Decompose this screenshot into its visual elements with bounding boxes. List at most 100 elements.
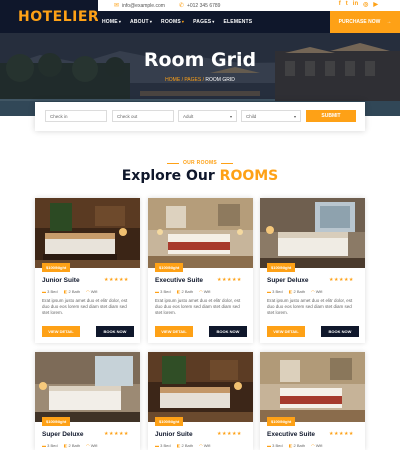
bath-icon: ◧ bbox=[176, 289, 181, 294]
wifi-feature: ◠ Wifi bbox=[86, 289, 97, 294]
star-rating: ★★★★★ bbox=[329, 431, 354, 437]
phone-contact[interactable]: ✆ +012 345 6789 bbox=[179, 2, 221, 10]
bath-feature: ◧ 2 Bath bbox=[64, 289, 80, 294]
bed-count: 3 Bed bbox=[160, 289, 171, 294]
price-badge: $100/Night bbox=[267, 417, 296, 426]
room-name[interactable]: Junior Suite bbox=[42, 277, 80, 284]
submit-button[interactable]: SUBMIT bbox=[306, 110, 356, 122]
nav-label: ROOMS bbox=[161, 19, 181, 25]
bath-icon: ◧ bbox=[288, 289, 293, 294]
bath-feature: ◧ 2 Bath bbox=[64, 443, 80, 448]
room-name[interactable]: Super Deluxe bbox=[267, 277, 309, 284]
bath-count: 2 Bath bbox=[181, 289, 194, 294]
main-navbar: HOME▾ ABOUT▾ ROOMS▾ PAGES▾ ELEMENTS PURC… bbox=[98, 11, 400, 33]
wifi-label: Wifi bbox=[315, 289, 323, 294]
bed-icon: ▬ bbox=[155, 443, 159, 448]
bed-count: 3 Bed bbox=[272, 443, 283, 448]
price-badge: $100/Night bbox=[42, 263, 71, 272]
section-eyebrow: OUR ROOMS bbox=[0, 160, 400, 166]
divider bbox=[166, 162, 179, 164]
bath-count: 2 Bath bbox=[68, 289, 81, 294]
chevron-down-icon: ▾ bbox=[118, 19, 122, 24]
breadcrumb-home[interactable]: HOME bbox=[165, 77, 180, 83]
email-contact[interactable]: ✉ info@example.com bbox=[114, 2, 165, 10]
wifi-feature: ◠ Wifi bbox=[86, 443, 97, 448]
wifi-label: Wifi bbox=[90, 443, 98, 448]
view-detail-button[interactable]: VIEW DETAIL bbox=[155, 326, 193, 337]
checkout-input[interactable]: Check out bbox=[112, 110, 174, 122]
book-now-button[interactable]: BOOK NOW bbox=[209, 326, 247, 337]
breadcrumb-current: ROOM GRID bbox=[205, 77, 235, 83]
bath-feature: ◧ 2 Bath bbox=[177, 443, 193, 448]
nav-item-pages[interactable]: PAGES▾ bbox=[193, 19, 214, 25]
bath-count: 2 Bath bbox=[181, 443, 194, 448]
room-description: Erat ipsum justo amet duo et elitr dolor… bbox=[42, 298, 128, 315]
wifi-feature: ◠ Wifi bbox=[199, 289, 210, 294]
booking-form: Check in Check out Adult ▾ Child ▾ SUBMI… bbox=[35, 102, 365, 131]
divider bbox=[221, 162, 234, 164]
book-now-button[interactable]: BOOK NOW bbox=[96, 326, 134, 337]
bed-feature: ▬ 3 Bed bbox=[155, 443, 171, 448]
twitter-icon[interactable]: t bbox=[346, 1, 348, 8]
breadcrumb-pages[interactable]: PAGES bbox=[184, 77, 201, 83]
room-features: ▬ 3 Bed ◧ 2 Bath ◠ Wifi bbox=[155, 289, 210, 294]
room-features: ▬ 3 Bed ◧ 2 Bath ◠ Wifi bbox=[155, 443, 210, 448]
nav-menu: HOME▾ ABOUT▾ ROOMS▾ PAGES▾ ELEMENTS bbox=[102, 19, 252, 25]
star-rating: ★★★★★ bbox=[104, 431, 129, 437]
room-image[interactable] bbox=[35, 198, 140, 268]
purchase-now-button[interactable]: PURCHASE NOW → bbox=[330, 11, 400, 33]
envelope-icon: ✉ bbox=[114, 3, 120, 9]
facebook-icon[interactable]: f bbox=[339, 1, 341, 8]
room-image[interactable] bbox=[260, 198, 365, 268]
room-name[interactable]: Executive Suite bbox=[267, 431, 315, 438]
room-image[interactable] bbox=[148, 198, 253, 268]
price-badge: $100/Night bbox=[42, 417, 71, 426]
bed-feature: ▬ 3 Bed bbox=[155, 289, 171, 294]
bath-icon: ◧ bbox=[176, 443, 181, 448]
room-name[interactable]: Super Deluxe bbox=[42, 431, 84, 438]
bed-count: 3 Bed bbox=[272, 289, 283, 294]
section-title: Explore Our ROOMS bbox=[0, 168, 400, 184]
bath-icon: ◧ bbox=[63, 289, 68, 294]
child-select[interactable]: Child ▾ bbox=[241, 110, 301, 122]
nav-item-rooms[interactable]: ROOMS▾ bbox=[161, 19, 184, 25]
nav-label: PAGES bbox=[193, 19, 212, 25]
brand-logo[interactable]: HOTELIER bbox=[0, 0, 100, 33]
book-now-button[interactable]: BOOK NOW bbox=[321, 326, 359, 337]
bed-icon: ▬ bbox=[155, 289, 159, 294]
room-image[interactable] bbox=[35, 352, 140, 422]
room-name[interactable]: Junior Suite bbox=[155, 431, 193, 438]
linkedin-icon[interactable]: in bbox=[353, 1, 358, 8]
wifi-label: Wifi bbox=[203, 443, 211, 448]
chevron-down-icon: ▾ bbox=[293, 114, 296, 119]
price-badge: $100/Night bbox=[267, 263, 296, 272]
bed-count: 3 Bed bbox=[160, 443, 171, 448]
section-title-highlight: ROOMS bbox=[219, 168, 279, 184]
brand-name: HOTELIER bbox=[18, 8, 100, 25]
bed-feature: ▬ 3 Bed bbox=[42, 443, 58, 448]
wifi-icon: ◠ bbox=[311, 289, 315, 294]
bath-icon: ◧ bbox=[63, 443, 68, 448]
room-name[interactable]: Executive Suite bbox=[155, 277, 203, 284]
wifi-icon: ◠ bbox=[86, 443, 90, 448]
view-detail-button[interactable]: VIEW DETAIL bbox=[42, 326, 80, 337]
view-detail-button[interactable]: VIEW DETAIL bbox=[267, 326, 305, 337]
bath-feature: ◧ 2 Bath bbox=[289, 443, 305, 448]
nav-item-about[interactable]: ABOUT▾ bbox=[130, 19, 152, 25]
bath-count: 2 Bath bbox=[293, 289, 306, 294]
room-image[interactable] bbox=[148, 352, 253, 422]
nav-item-home[interactable]: HOME▾ bbox=[102, 19, 121, 25]
eyebrow-text: OUR ROOMS bbox=[182, 160, 218, 166]
instagram-icon[interactable]: ◎ bbox=[363, 1, 368, 8]
nav-label: ABOUT bbox=[130, 19, 149, 25]
price-badge: $100/Night bbox=[155, 263, 184, 272]
price-badge: $100/Night bbox=[155, 417, 184, 426]
nav-item-elements[interactable]: ELEMENTS bbox=[224, 19, 253, 25]
room-image[interactable] bbox=[260, 352, 365, 422]
youtube-icon[interactable]: ▶ bbox=[373, 1, 378, 8]
wifi-feature: ◠ Wifi bbox=[311, 443, 322, 448]
adult-select[interactable]: Adult ▾ bbox=[178, 110, 237, 122]
bed-feature: ▬ 3 Bed bbox=[267, 443, 283, 448]
checkin-input[interactable]: Check in bbox=[45, 110, 107, 122]
wifi-icon: ◠ bbox=[311, 443, 315, 448]
